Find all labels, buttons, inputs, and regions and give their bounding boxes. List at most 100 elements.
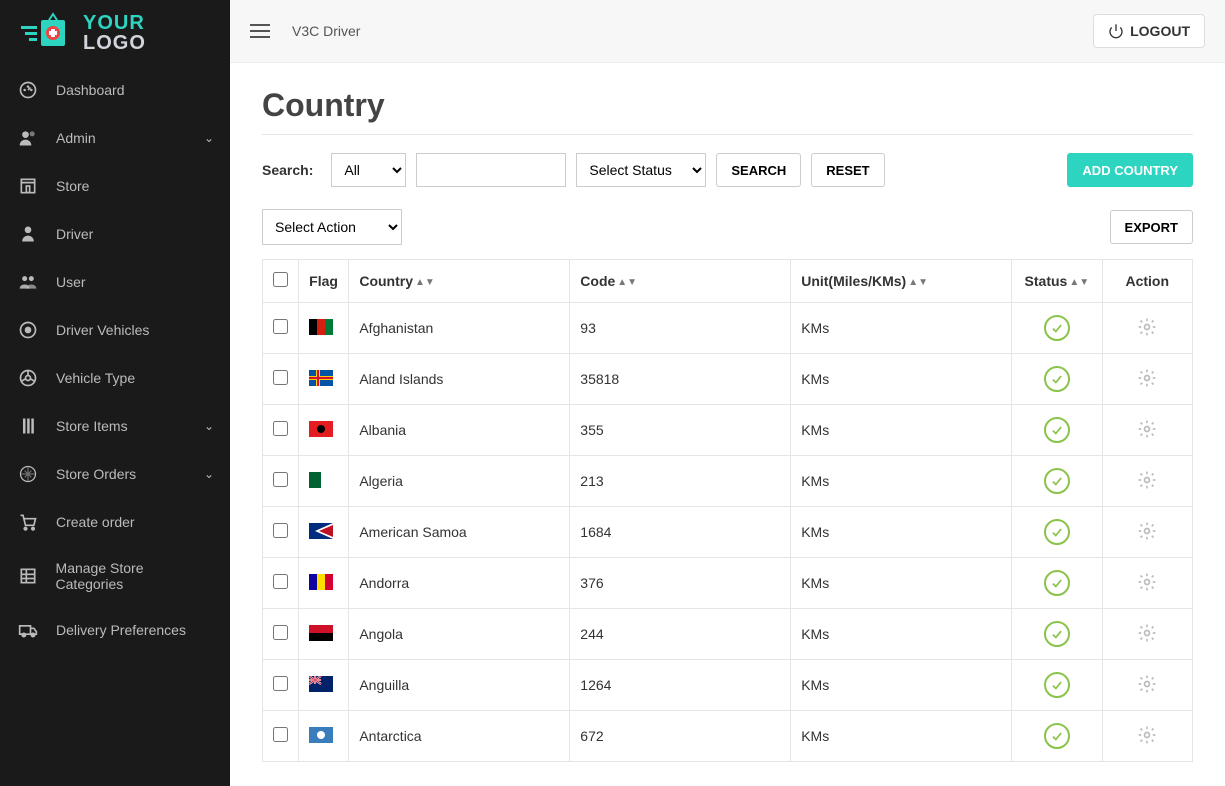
table-row: Andorra376KMs: [263, 558, 1193, 609]
row-checkbox[interactable]: [273, 523, 288, 538]
header-country[interactable]: Country▲▼: [349, 260, 570, 303]
row-action-button[interactable]: [1137, 470, 1157, 490]
row-action-button[interactable]: [1137, 368, 1157, 388]
sort-icon: ▲▼: [1069, 280, 1089, 285]
chevron-down-icon: ⌄: [204, 467, 214, 481]
status-active-icon[interactable]: [1044, 570, 1070, 596]
status-active-icon[interactable]: [1044, 672, 1070, 698]
flag-icon: [309, 676, 333, 692]
cell-code: 376: [570, 558, 791, 609]
row-checkbox[interactable]: [273, 472, 288, 487]
flag-icon: [309, 472, 333, 488]
cell-country: American Samoa: [349, 507, 570, 558]
table-row: Afghanistan93KMs: [263, 303, 1193, 354]
cell-code: 355: [570, 405, 791, 456]
sidebar-item-driver[interactable]: Driver: [0, 210, 230, 258]
add-country-button[interactable]: ADD COUNTRY: [1067, 153, 1193, 187]
brand-text-bottom: LOGO: [83, 33, 146, 53]
sidebar-item-admin[interactable]: Admin⌄: [0, 114, 230, 162]
orders-icon: [18, 464, 42, 484]
flag-icon: [309, 574, 333, 590]
topbar: V3C Driver LOGOUT: [230, 0, 1225, 63]
row-checkbox[interactable]: [273, 676, 288, 691]
cell-unit: KMs: [791, 711, 1012, 762]
row-action-button[interactable]: [1137, 623, 1157, 643]
table-row: Algeria213KMs: [263, 456, 1193, 507]
status-active-icon[interactable]: [1044, 366, 1070, 392]
status-active-icon[interactable]: [1044, 468, 1070, 494]
row-action-button[interactable]: [1137, 317, 1157, 337]
cell-unit: KMs: [791, 456, 1012, 507]
cell-unit: KMs: [791, 660, 1012, 711]
status-active-icon[interactable]: [1044, 417, 1070, 443]
search-filter-select[interactable]: All: [331, 153, 406, 187]
cell-unit: KMs: [791, 354, 1012, 405]
sidebar-item-manage-store-categories[interactable]: Manage Store Categories: [0, 546, 230, 606]
status-active-icon[interactable]: [1044, 621, 1070, 647]
table-row: Angola244KMs: [263, 609, 1193, 660]
status-active-icon[interactable]: [1044, 519, 1070, 545]
dashboard-icon: [18, 80, 42, 100]
reset-button[interactable]: RESET: [811, 153, 884, 187]
cell-code: 244: [570, 609, 791, 660]
brand-text-top: YOUR: [83, 13, 146, 33]
sidebar-item-store-items[interactable]: Store Items⌄: [0, 402, 230, 450]
cell-country: Anguilla: [349, 660, 570, 711]
header-unit[interactable]: Unit(Miles/KMs)▲▼: [791, 260, 1012, 303]
sidebar-item-label: Store Orders: [56, 466, 136, 482]
header-code[interactable]: Code▲▼: [570, 260, 791, 303]
flag-icon: [309, 370, 333, 386]
row-action-button[interactable]: [1137, 521, 1157, 541]
row-checkbox[interactable]: [273, 727, 288, 742]
cell-code: 672: [570, 711, 791, 762]
sidebar: YOUR LOGO DashboardAdmin⌄Store Driver User…: [0, 0, 230, 786]
cell-code: 213: [570, 456, 791, 507]
row-checkbox[interactable]: [273, 625, 288, 640]
sidebar-item-label: Driver: [56, 226, 93, 242]
power-icon: [1108, 23, 1124, 39]
header-status[interactable]: Status▲▼: [1012, 260, 1102, 303]
sidebar-item-vehicle-type[interactable]: Vehicle Type: [0, 354, 230, 402]
sidebar-item-create-order[interactable]: Create order: [0, 498, 230, 546]
sidebar-item-label: User: [56, 274, 86, 290]
sidebar-item-delivery-preferences[interactable]: Delivery Preferences: [0, 606, 230, 654]
row-action-button[interactable]: [1137, 674, 1157, 694]
status-select[interactable]: Select Status: [576, 153, 706, 187]
row-action-button[interactable]: [1137, 572, 1157, 592]
sidebar-item-label: Create order: [56, 514, 135, 530]
export-button[interactable]: EXPORT: [1110, 210, 1193, 244]
select-all-checkbox[interactable]: [273, 272, 288, 287]
sidebar-item-dashboard[interactable]: Dashboard: [0, 66, 230, 114]
table-row: Anguilla1264KMs: [263, 660, 1193, 711]
sidebar-item-label: Vehicle Type: [56, 370, 135, 386]
wheel-icon: [18, 368, 42, 388]
bulk-action-select[interactable]: Select Action: [262, 209, 402, 245]
row-action-button[interactable]: [1137, 725, 1157, 745]
sidebar-item-label: Manage Store Categories: [56, 560, 212, 592]
admin-icon: [18, 128, 42, 148]
row-checkbox[interactable]: [273, 319, 288, 334]
title-divider: [262, 134, 1193, 135]
hamburger-icon[interactable]: [250, 24, 270, 38]
cell-code: 1684: [570, 507, 791, 558]
status-active-icon[interactable]: [1044, 315, 1070, 341]
search-button[interactable]: SEARCH: [716, 153, 801, 187]
sidebar-item-store[interactable]: Store: [0, 162, 230, 210]
cell-country: Aland Islands: [349, 354, 570, 405]
row-action-button[interactable]: [1137, 419, 1157, 439]
cell-code: 1264: [570, 660, 791, 711]
status-active-icon[interactable]: [1044, 723, 1070, 749]
search-input[interactable]: [416, 153, 566, 187]
row-checkbox[interactable]: [273, 574, 288, 589]
flag-icon: [309, 625, 333, 641]
sidebar-item-driver-vehicles[interactable]: Driver Vehicles: [0, 306, 230, 354]
sidebar-item-store-orders[interactable]: Store Orders ⌄: [0, 450, 230, 498]
logo-icon: [15, 12, 75, 54]
items-icon: [18, 416, 42, 436]
row-checkbox[interactable]: [273, 370, 288, 385]
cell-country: Albania: [349, 405, 570, 456]
sidebar-item-user[interactable]: User: [0, 258, 230, 306]
logout-button[interactable]: LOGOUT: [1093, 14, 1205, 48]
sort-icon: ▲▼: [617, 280, 637, 285]
row-checkbox[interactable]: [273, 421, 288, 436]
